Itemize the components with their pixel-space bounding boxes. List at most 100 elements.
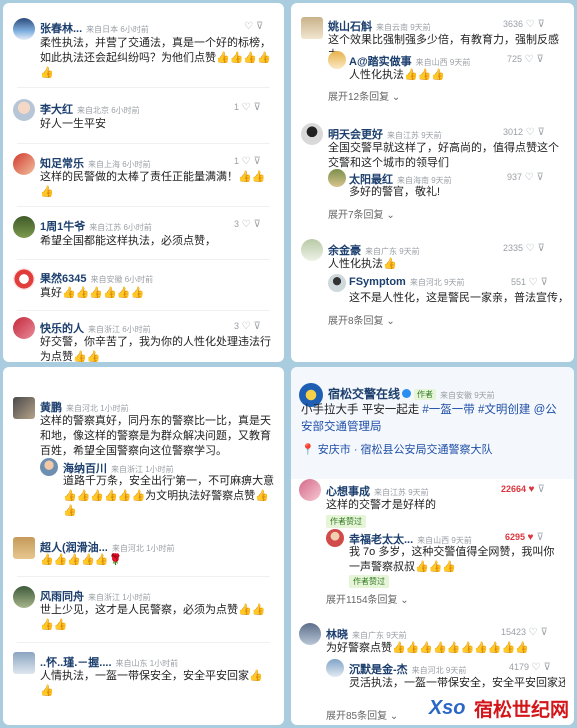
expand-replies-button[interactable]: 展开12条回复 ⌄ (328, 88, 400, 103)
comment-panel-3: 黄鹏 来自河北 1小时前 这样的警察真好，同丹东的警察比一比，真是天和地，像这样的… (3, 367, 284, 725)
dislike-icon[interactable]: ⊽ (538, 127, 545, 138)
comment-author[interactable]: 姚山石斛 来自云南 9天前 (328, 18, 431, 34)
dislike-icon[interactable]: ⊽ (254, 156, 261, 167)
avatar[interactable] (299, 479, 321, 501)
comment-author[interactable]: 风雨同舟 来自浙江 1小时前 (40, 588, 151, 604)
comment-text: 人情执法，一盔一带保安全，安全平安回家👍👍 (40, 670, 263, 697)
avatar[interactable] (13, 18, 35, 40)
reply-text: 人性化执法👍👍👍 (349, 69, 446, 81)
expand-replies-button[interactable]: 展开85条回复 ⌄ (326, 707, 398, 722)
expand-replies-button[interactable]: 展开8条回复 ⌄ (328, 312, 395, 327)
like-button[interactable]: 3 ♡ ⊽ (234, 219, 261, 230)
reply-author[interactable]: A@踏实做事 来自山西 9天前 (349, 53, 470, 69)
comment-author[interactable]: 知足常乐 来自上海 6小时前 (40, 155, 151, 171)
post-author[interactable]: 宿松交警在线 作者 来自安徽 9天前 (328, 385, 495, 402)
dislike-icon[interactable]: ⊽ (538, 19, 545, 30)
divider (17, 206, 270, 207)
avatar[interactable] (13, 268, 35, 290)
like-button[interactable]: 3 ♡ ⊽ (234, 321, 261, 332)
comment-author[interactable]: 1周1牛爷 来自江苏 6小时前 (40, 218, 152, 234)
comment-meta: 来自浙江 1小时前 (111, 465, 174, 474)
like-button[interactable]: ♡ ⊽ (244, 21, 263, 32)
comment-meta: 来自北京 6小时前 (77, 106, 140, 115)
like-button[interactable]: 2335 ♡ ⊽ (503, 243, 545, 254)
avatar[interactable] (301, 17, 323, 39)
avatar[interactable] (328, 51, 346, 69)
dislike-icon[interactable]: ⊽ (254, 219, 261, 230)
comment-author[interactable]: 果然6345 来自安徽 6小时前 (40, 270, 153, 286)
avatar[interactable] (328, 274, 346, 292)
comment-author[interactable]: 张春林... 来自日本 6小时前 (40, 20, 149, 36)
avatar[interactable] (13, 317, 35, 339)
divider (17, 576, 270, 577)
avatar[interactable] (328, 169, 346, 187)
comment-meta: 来自浙江 1小时前 (88, 593, 151, 602)
avatar[interactable] (40, 458, 58, 476)
comment-author[interactable]: 心想事成 来自江苏 9天前 (326, 483, 429, 499)
avatar[interactable] (13, 153, 35, 175)
avatar[interactable] (13, 652, 35, 674)
like-button[interactable]: 725 ♡ ⊽ (507, 54, 544, 65)
avatar[interactable] (299, 623, 321, 645)
location-pin-icon: 📍 (301, 444, 315, 456)
expand-replies-button[interactable]: 展开7条回复 ⌄ (328, 206, 395, 221)
comment-text: 人性化执法👍 (328, 258, 397, 270)
comment-author[interactable]: 林晓 来自广东 9天前 (326, 626, 407, 642)
like-button[interactable]: 6295 ♥ ⊽ (505, 532, 544, 543)
comment-author[interactable]: 余金豪 来自广东 9天前 (328, 242, 420, 258)
comment-text: 柔性执法，并营了交通法，真是一个好的标榜，如此执法还会起纠纷吗？为他们点赞👍👍👍… (40, 37, 271, 79)
avatar[interactable] (326, 529, 344, 547)
reply-author[interactable]: FSymptom 来自河北 9天前 (349, 276, 465, 288)
dislike-icon[interactable]: ⊽ (537, 484, 544, 495)
dislike-icon[interactable]: ⊽ (254, 321, 261, 332)
dislike-icon[interactable]: ⊽ (544, 662, 551, 673)
avatar[interactable] (326, 659, 344, 677)
comment-author[interactable]: 黄鹏 来自河北 1小时前 (40, 399, 129, 415)
comment-author[interactable]: 明天会更好 来自江苏 9天前 (328, 126, 442, 142)
like-button[interactable]: 15423 ♡ ⊽ (501, 627, 548, 638)
chevron-down-icon: ⌄ (400, 595, 409, 606)
reply-author[interactable]: 沉默是金-杰 来自河北 9天前 (349, 661, 466, 677)
dislike-icon[interactable]: ⊽ (541, 277, 548, 288)
avatar[interactable] (13, 397, 35, 419)
comment-meta: 来自山西 9天前 (417, 536, 472, 545)
heart-filled-icon: ♥ (527, 532, 534, 543)
divider (17, 87, 270, 88)
avatar[interactable] (13, 537, 35, 559)
comment-meta: 来自广东 9天前 (365, 247, 420, 256)
site-logo: Xso (428, 697, 466, 719)
dislike-icon[interactable]: ⊽ (537, 172, 544, 183)
location-tag[interactable]: 📍 安庆市 · 宿松县公安局交通警察大队 (301, 441, 493, 457)
like-button[interactable]: 3636 ♡ ⊽ (503, 19, 545, 30)
comment-author[interactable]: 快乐的人 来自浙江 6小时前 (40, 320, 151, 336)
like-button[interactable]: 1 ♡ ⊽ (234, 102, 261, 113)
dislike-icon[interactable]: ⊽ (537, 54, 544, 65)
dislike-icon[interactable]: ⊽ (256, 21, 263, 32)
like-button[interactable]: 4179 ♡ ⊽ (509, 662, 551, 673)
avatar[interactable] (13, 586, 35, 608)
like-button[interactable]: 3012 ♡ ⊽ (503, 127, 545, 138)
like-button[interactable]: 22664 ♥ ⊽ (501, 484, 545, 495)
reply-text: 我 7o 多岁，这种交警值得全网赞，我叫你一声警察叔叔👍👍👍 (349, 546, 555, 573)
avatar[interactable] (301, 123, 323, 145)
comment-text: 希望全国都能这样执法，必须点赞， (40, 235, 216, 247)
comment-panel-1: 张春林... 来自日本 6小时前 ♡ ⊽ 柔性执法，并营了交通法，真是一个好的标榜，… (3, 3, 284, 362)
comment-meta: 来自广东 9天前 (352, 631, 407, 640)
avatar[interactable] (13, 216, 35, 238)
like-button[interactable]: 937 ♡ ⊽ (507, 172, 544, 183)
dislike-icon[interactable]: ⊽ (536, 532, 543, 543)
dislike-icon[interactable]: ⊽ (538, 243, 545, 254)
heart-icon: ♡ (524, 54, 534, 65)
comment-author[interactable]: 李大红 来自北京 6小时前 (40, 101, 140, 117)
avatar[interactable] (301, 239, 323, 261)
comment-text: 👍👍👍👍👍🌹 (40, 554, 123, 566)
divider (17, 310, 270, 311)
like-button[interactable]: 1 ♡ ⊽ (234, 156, 261, 167)
avatar[interactable] (13, 99, 35, 121)
like-button[interactable]: 551 ♡ ⊽ (511, 277, 548, 288)
dislike-icon[interactable]: ⊽ (254, 102, 261, 113)
comment-author[interactable]: ..怀..瑾.－握.... 来自山东 1小时前 (40, 654, 178, 670)
expand-replies-button[interactable]: 展开1154条回复 ⌄ (326, 591, 409, 606)
author-liked-badge: 作者赞过 (326, 515, 366, 528)
dislike-icon[interactable]: ⊽ (541, 627, 548, 638)
